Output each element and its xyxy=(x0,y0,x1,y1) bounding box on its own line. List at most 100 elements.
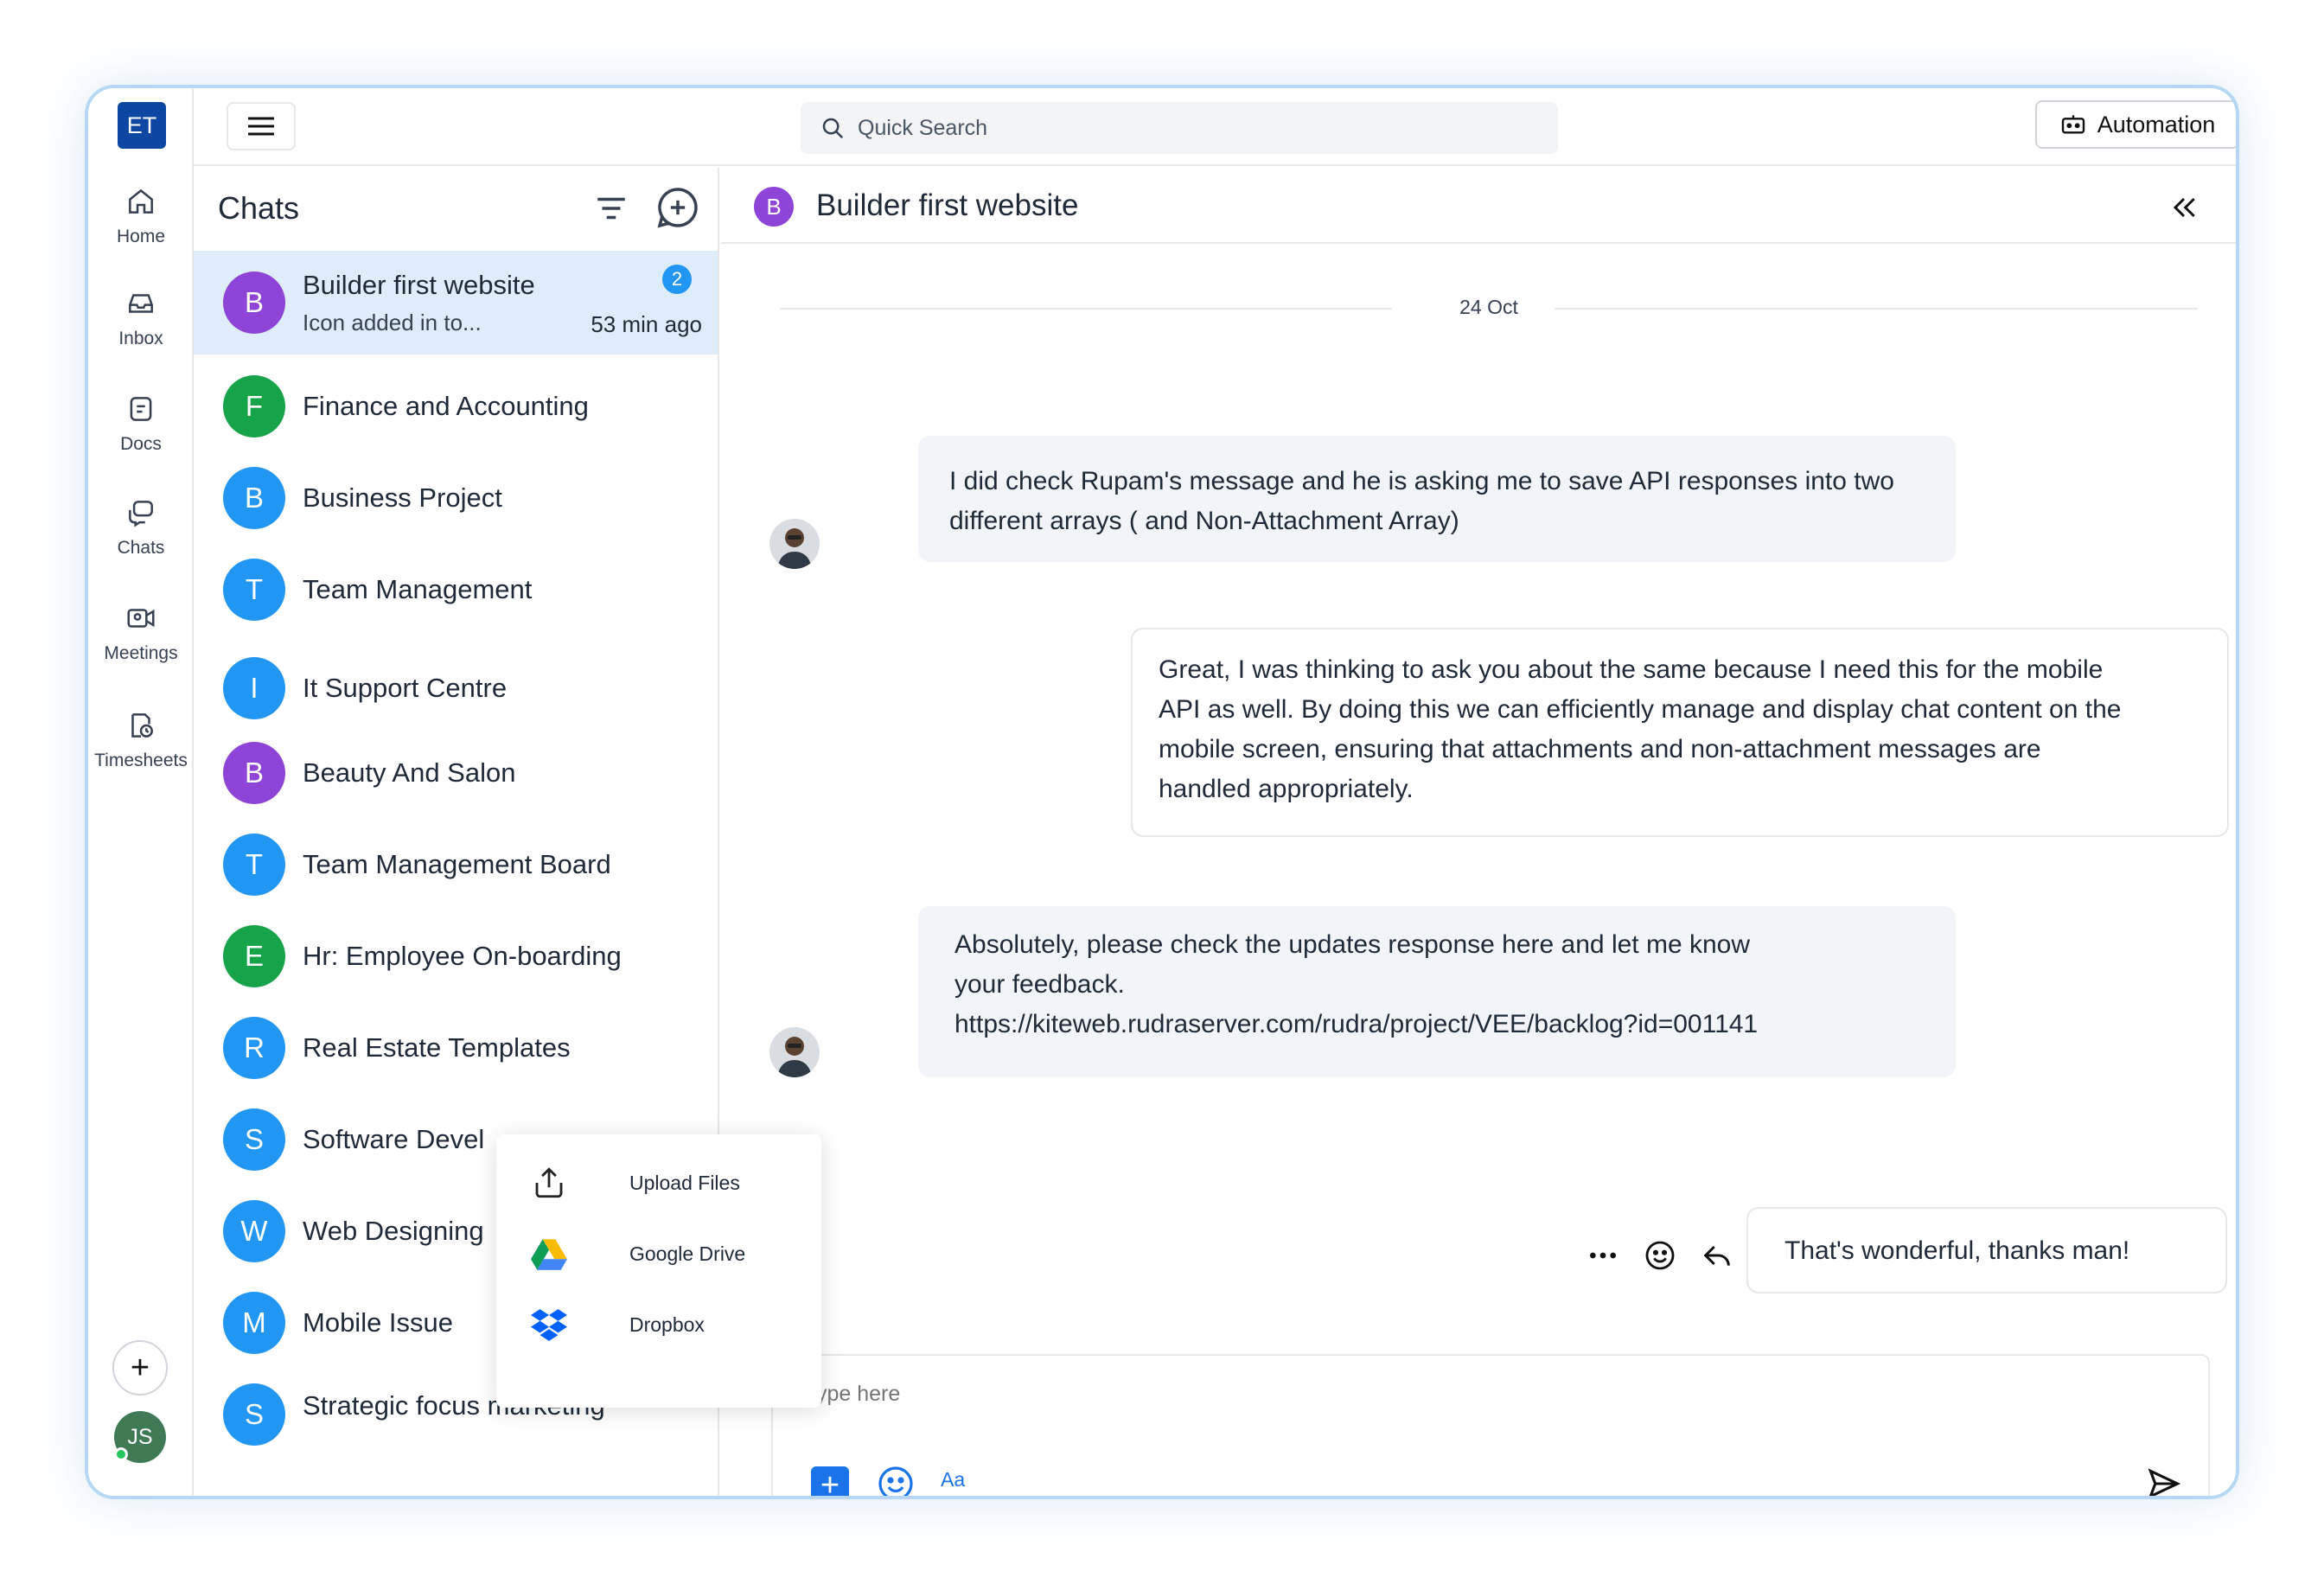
chat-name: Web Designing xyxy=(303,1216,484,1246)
message-line: different arrays ( and Non-Attachment Ar… xyxy=(949,507,1459,535)
filter-icon[interactable] xyxy=(593,190,629,227)
chat-item-hr-employee-onboarding[interactable]: E Hr: Employee On-boarding xyxy=(194,904,718,1008)
chat-name: Team Management Board xyxy=(303,849,611,879)
chat-avatar: B xyxy=(223,467,285,529)
rail-item-chats[interactable]: Chats xyxy=(88,496,194,559)
date-separator-line-left xyxy=(780,308,1392,310)
text-format-button[interactable]: Aa xyxy=(941,1468,965,1491)
dropbox-icon xyxy=(529,1305,569,1344)
dropbox-label: Dropbox xyxy=(629,1313,705,1336)
rail-label-chats: Chats xyxy=(117,538,165,558)
message-bubble-outgoing: Great, I was thinking to ask you about t… xyxy=(1131,628,2229,837)
search-placeholder: Quick Search xyxy=(858,115,988,140)
chat-avatar: B xyxy=(223,742,285,804)
chat-name: Hr: Employee On-boarding xyxy=(303,941,622,971)
chat-item-real-estate-templates[interactable]: R Real Estate Templates xyxy=(194,996,718,1100)
chat-avatar: T xyxy=(223,559,285,621)
message-line: Absolutely, please check the updates res… xyxy=(954,930,1751,959)
reply-icon[interactable] xyxy=(1700,1238,1734,1273)
chat-name: Software Devel xyxy=(303,1124,485,1154)
conversation-title: Builder first website xyxy=(816,188,1079,222)
upload-files-label: Upload Files xyxy=(629,1171,740,1194)
quick-search[interactable]: Quick Search xyxy=(801,102,1558,154)
chat-item-finance-and-accounting[interactable]: F Finance and Accounting xyxy=(194,354,718,458)
emoji-picker-icon[interactable] xyxy=(875,1463,916,1499)
docs-icon xyxy=(130,397,152,421)
hamburger-icon xyxy=(248,117,274,136)
automation-label: Automation xyxy=(2097,111,2216,137)
message-line: Great, I was thinking to ask you about t… xyxy=(1159,655,2104,684)
upload-icon xyxy=(529,1163,569,1203)
chat-avatar: I xyxy=(223,657,285,719)
chat-time: 53 min ago xyxy=(591,311,702,337)
robot-icon xyxy=(2061,115,2085,134)
rail-item-docs[interactable]: Docs xyxy=(88,393,194,455)
chat-name: Real Estate Templates xyxy=(303,1032,571,1063)
send-icon[interactable] xyxy=(2144,1465,2182,1499)
sender-avatar xyxy=(769,1027,820,1077)
rail-item-timesheets[interactable]: Timesheets xyxy=(88,709,194,771)
chat-name: Finance and Accounting xyxy=(303,391,589,421)
sender-avatar xyxy=(769,519,820,569)
unread-badge: 2 xyxy=(662,265,692,294)
chat-name: It Support Centre xyxy=(303,673,508,703)
message-line: your feedback. xyxy=(954,970,1125,999)
chats-icon xyxy=(129,501,153,527)
conversation-avatar: B xyxy=(754,187,794,227)
top-bar: Quick Search Automation xyxy=(194,88,2236,166)
dropbox-option[interactable]: Dropbox xyxy=(496,1290,821,1359)
chat-avatar: W xyxy=(223,1200,285,1262)
chat-avatar: S xyxy=(223,1383,285,1446)
chat-avatar: S xyxy=(223,1108,285,1171)
chat-avatar: T xyxy=(223,834,285,896)
message-link[interactable]: https://kiteweb.rudraserver.com/rudra/pr… xyxy=(954,1005,1919,1044)
message-line: That's wonderful, thanks man! xyxy=(1784,1236,2130,1265)
message-line: I did check Rupam's message and he is as… xyxy=(949,467,1894,495)
chat-item-beauty-and-salon[interactable]: B Beauty And Salon xyxy=(194,721,718,825)
message-line: handled appropriately. xyxy=(1159,775,1414,803)
google-drive-option[interactable]: Google Drive xyxy=(496,1219,821,1288)
chat-item-team-management[interactable]: T Team Management xyxy=(194,538,718,642)
chat-name: Mobile Issue xyxy=(303,1307,454,1338)
message-bubble-incoming: I did check Rupam's message and he is as… xyxy=(918,436,1956,562)
user-avatar[interactable]: JS xyxy=(114,1411,166,1463)
user-initials: JS xyxy=(127,1424,153,1449)
rail-item-home[interactable]: Home xyxy=(88,185,194,247)
collapse-panel-icon[interactable] xyxy=(2167,190,2201,225)
message-input[interactable] xyxy=(816,1382,2027,1407)
rail-item-inbox[interactable]: Inbox xyxy=(88,287,194,349)
more-options-icon[interactable] xyxy=(1586,1238,1620,1273)
online-status-dot xyxy=(114,1447,128,1461)
new-chat-icon[interactable] xyxy=(654,183,702,232)
chat-item-builder-first-website[interactable]: B Builder first website Icon added in to… xyxy=(194,251,718,354)
rail-label-timesheets: Timesheets xyxy=(94,750,188,770)
menu-button[interactable] xyxy=(227,102,296,150)
chat-item-team-management-board[interactable]: T Team Management Board xyxy=(194,813,718,917)
message-bubble-incoming: Absolutely, please check the updates res… xyxy=(918,906,1956,1077)
chat-name: Beauty And Salon xyxy=(303,757,516,788)
message-composer: + Aa xyxy=(771,1354,2210,1499)
attach-button[interactable]: + xyxy=(811,1466,849,1496)
rail-label-docs: Docs xyxy=(120,434,162,454)
date-separator: 24 Oct xyxy=(780,296,2198,322)
meetings-icon xyxy=(127,609,155,628)
workspace-logo[interactable]: ET xyxy=(118,102,166,149)
react-emoji-icon[interactable] xyxy=(1643,1238,1677,1273)
upload-files-option[interactable]: Upload Files xyxy=(496,1148,821,1217)
search-icon xyxy=(822,118,844,139)
chat-name: Business Project xyxy=(303,482,502,513)
rail-item-meetings[interactable]: Meetings xyxy=(88,602,194,664)
date-separator-line-right xyxy=(1555,308,2198,310)
rail-label-home: Home xyxy=(116,227,166,246)
chat-avatar: B xyxy=(223,271,285,334)
rail-label-meetings: Meetings xyxy=(104,643,178,663)
date-separator-label: 24 Oct xyxy=(1444,296,1534,319)
message-bubble-outgoing: That's wonderful, thanks man! xyxy=(1746,1207,2227,1293)
chat-avatar: M xyxy=(223,1292,285,1354)
inbox-icon xyxy=(129,294,153,313)
automation-button[interactable]: Automation xyxy=(2035,100,2236,149)
chat-item-business-project[interactable]: B Business Project xyxy=(194,446,718,550)
message-actions xyxy=(1586,1238,1734,1273)
rail-label-inbox: Inbox xyxy=(118,329,163,348)
add-workspace-button[interactable]: + xyxy=(112,1340,168,1396)
